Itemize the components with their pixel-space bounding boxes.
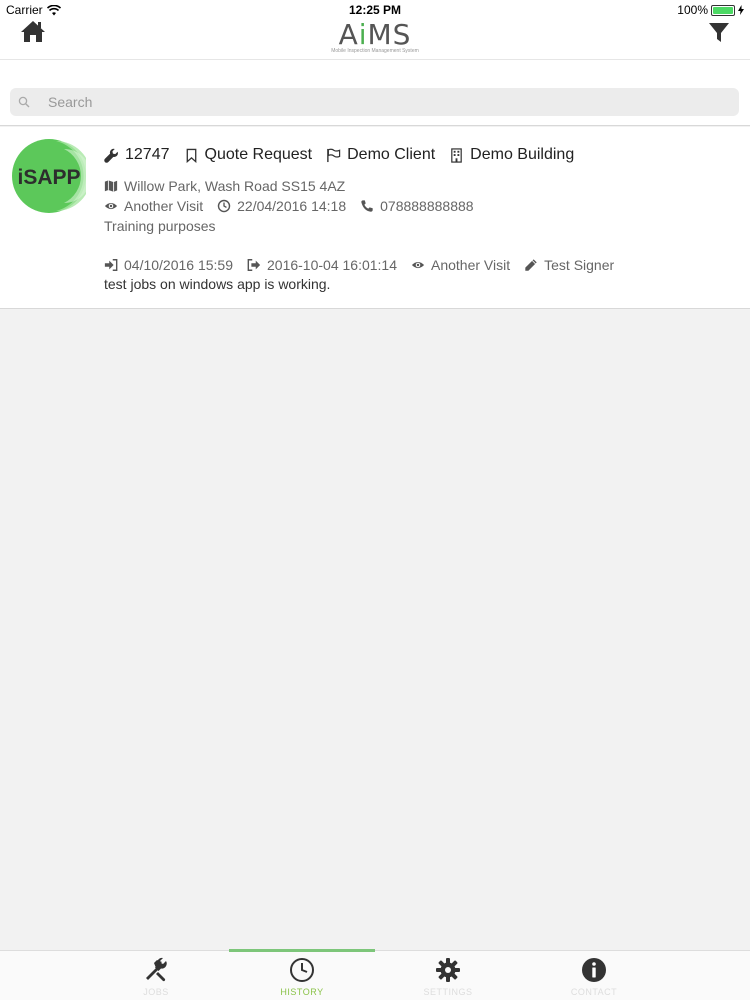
empty-content-area <box>0 310 750 950</box>
visit-type: Another Visit <box>124 198 204 214</box>
job-address-row: Willow Park, Wash Road SS15 4AZ <box>104 178 345 194</box>
checkout-time: 2016-10-04 16:01:14 <box>267 257 397 273</box>
status-right: 100% <box>677 3 744 17</box>
job-address: Willow Park, Wash Road SS15 4AZ <box>124 178 346 194</box>
avatar-text: iSAPP <box>17 166 80 189</box>
bookmark-icon <box>186 148 196 163</box>
search-bar <box>0 60 750 126</box>
tab-jobs-label: JOBS <box>143 987 169 997</box>
wrench-icon <box>104 148 118 163</box>
status-bar: Carrier 12:25 PM 100% <box>0 0 750 20</box>
tab-contact[interactable]: CONTACT <box>521 951 667 1000</box>
tab-history[interactable]: HISTORY <box>229 949 375 1000</box>
eye-icon <box>104 202 118 210</box>
signer-name: Test Signer <box>544 257 615 273</box>
scheduled-time: 22/04/2016 14:18 <box>237 198 347 214</box>
logo-letters-ms: MS <box>367 18 412 51</box>
building-icon <box>451 147 462 163</box>
search-icon <box>18 96 30 108</box>
job-history-row: 04/10/2016 15:59 2016-10-04 16:01:14 Ano… <box>104 257 614 273</box>
flag-icon <box>327 148 341 162</box>
tools-icon <box>146 957 167 982</box>
logo-subtitle: Mobile Inspection Management System <box>331 48 419 54</box>
active-tab-indicator <box>229 949 375 952</box>
tab-contact-label: CONTACT <box>570 987 618 997</box>
job-type: Quote Request <box>204 146 313 163</box>
contact-phone: 078888888888 <box>380 198 474 214</box>
search-input[interactable] <box>48 94 728 110</box>
phone-icon <box>361 200 373 212</box>
tab-settings-label: SETTINGS <box>423 987 473 997</box>
gear-icon <box>436 958 460 982</box>
tab-settings[interactable]: SETTINGS <box>375 951 521 1000</box>
logo-letter-i: i <box>358 18 368 51</box>
history-job-card[interactable]: iSAPP 12747 Quote Request Demo Client De… <box>0 127 750 309</box>
logo-letter-a: A <box>338 18 359 51</box>
history-visit-type: Another Visit <box>431 257 511 273</box>
tab-history-label: HISTORY <box>280 987 324 997</box>
job-notes-row: Training purposes <box>104 218 216 234</box>
job-id: 12747 <box>125 146 170 163</box>
app-logo: AiMS <box>0 18 750 51</box>
search-box[interactable] <box>10 88 739 116</box>
eye-icon <box>411 261 425 269</box>
sign-out-icon <box>247 259 261 271</box>
job-avatar: iSAPP <box>12 139 86 213</box>
tab-bar: JOBS HISTORY SETTINGS CONTACT <box>0 949 750 1000</box>
checkin-time: 04/10/2016 15:59 <box>124 257 233 273</box>
battery-percent: 100% <box>677 3 708 17</box>
job-notes: Training purposes <box>104 218 216 234</box>
job-client: Demo Client <box>347 146 436 163</box>
status-time: 12:25 PM <box>348 3 402 17</box>
info-icon <box>582 958 606 982</box>
charging-icon <box>738 5 744 15</box>
job-building: Demo Building <box>470 146 575 163</box>
sign-in-icon <box>104 259 118 271</box>
job-title-row: 12747 Quote Request Demo Client Demo Bui… <box>104 146 574 164</box>
clock-icon <box>217 199 231 213</box>
tab-jobs[interactable]: JOBS <box>83 951 229 1000</box>
clock-icon <box>290 958 314 982</box>
battery-icon <box>711 4 735 16</box>
job-meta-row: Another Visit 22/04/2016 14:18 078888888… <box>104 198 474 214</box>
nav-bar: AiMS Mobile Inspection Management System <box>0 18 750 60</box>
filter-icon[interactable] <box>708 22 730 44</box>
map-icon <box>104 180 118 192</box>
pencil-icon <box>525 259 537 271</box>
job-comment: test jobs on windows app is working. <box>104 276 331 292</box>
job-comment-row: test jobs on windows app is working. <box>104 276 330 292</box>
